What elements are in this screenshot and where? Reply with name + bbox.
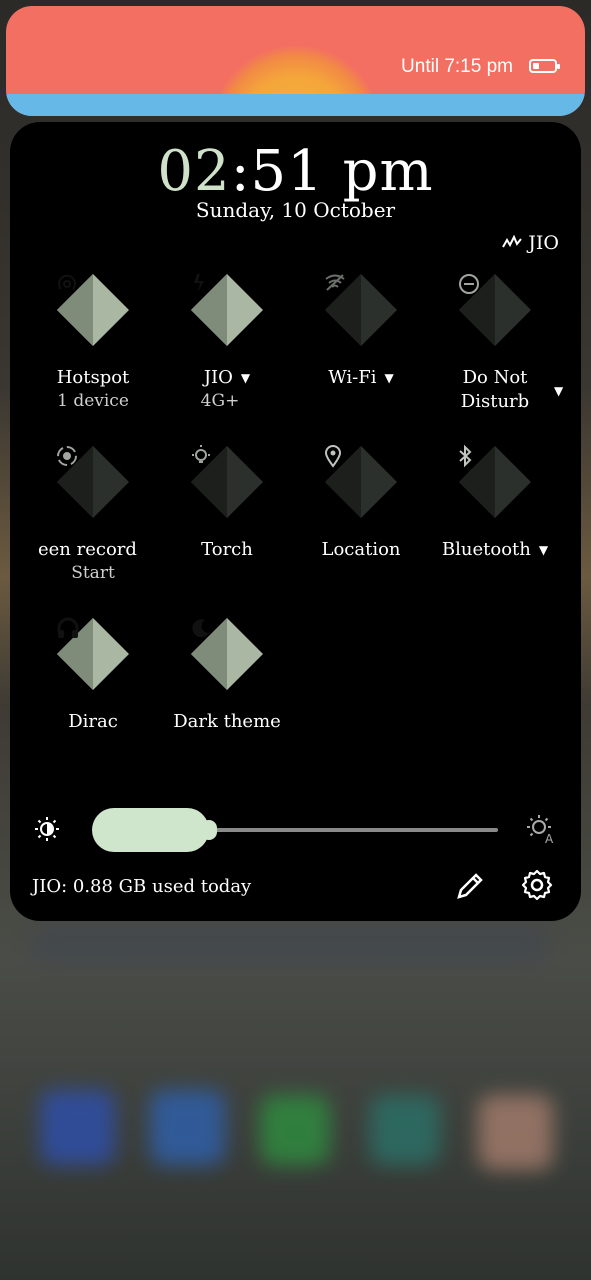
svg-text:A: A xyxy=(545,832,554,844)
do-not-disturb-icon xyxy=(457,272,533,348)
brightness-slider-track[interactable] xyxy=(212,828,498,832)
date-text[interactable]: Sunday, 10 October xyxy=(10,198,581,222)
tile-dirac[interactable]: Dirac xyxy=(26,616,160,734)
tile-sublabel: 1 device xyxy=(57,391,129,411)
tile-sublabel: Start xyxy=(71,563,115,583)
app-icon-phone-blurred xyxy=(40,1090,115,1165)
tile-label: Location xyxy=(321,539,401,560)
tile-label: Dark theme xyxy=(173,711,281,732)
tile-torch[interactable]: Torch xyxy=(160,444,294,562)
app-icon-chrome-blurred xyxy=(478,1095,553,1170)
signal-icon xyxy=(502,234,523,253)
tile-sublabel: 4G+ xyxy=(200,391,240,411)
app-icon-whatsapp-blurred xyxy=(260,1095,330,1165)
tile-label: JIO xyxy=(203,367,233,388)
app-icon-blurred xyxy=(370,1095,440,1165)
chevron-down-icon[interactable]: ▼ xyxy=(554,384,563,398)
tile-label: Torch xyxy=(201,539,253,560)
banner-strip xyxy=(6,94,585,116)
flashlight-icon xyxy=(189,444,265,520)
edit-pencil-icon[interactable] xyxy=(454,870,490,906)
tile-label: Wi-Fi xyxy=(328,367,377,388)
carrier-name: JIO xyxy=(528,232,559,254)
tile-label: Bluetooth xyxy=(441,539,531,560)
status-banner[interactable]: Until 7:15 pm xyxy=(6,6,585,116)
battery-saver-text: Until 7:15 pm xyxy=(401,56,513,77)
tile-wifi[interactable]: Wi-Fi ▼ xyxy=(294,272,428,390)
screen-record-icon xyxy=(55,444,131,520)
quick-settings-panel: 02:51 pm Sunday, 10 October JIO Hotspot … xyxy=(10,122,581,921)
tile-bluetooth[interactable]: Bluetooth ▼ xyxy=(428,444,562,562)
tile-mobile-data[interactable]: JIO ▼ 4G+ xyxy=(160,272,294,412)
tile-screen-record[interactable]: een record Start xyxy=(26,444,160,584)
chevron-down-icon[interactable]: ▼ xyxy=(241,366,250,390)
dark-theme-icon xyxy=(189,616,265,692)
tile-location[interactable]: Location xyxy=(294,444,428,562)
brightness-slider-fill[interactable] xyxy=(92,808,209,852)
tile-label: Do Not Disturb xyxy=(460,367,530,412)
widget-row-blurred xyxy=(30,925,550,965)
tile-label: een record xyxy=(38,539,137,560)
clock[interactable]: 02:51 pm xyxy=(10,140,581,204)
gear-icon[interactable] xyxy=(520,868,560,908)
tile-label: Dirac xyxy=(68,711,118,732)
tile-hotspot[interactable]: Hotspot 1 device xyxy=(26,272,160,412)
chevron-down-icon[interactable]: ▼ xyxy=(385,366,394,390)
clock-hours: 02 xyxy=(157,139,231,204)
tile-label: Hotspot xyxy=(56,367,130,388)
hotspot-icon xyxy=(55,272,131,348)
wifi-off-icon xyxy=(323,272,399,348)
chevron-down-icon[interactable]: ▼ xyxy=(539,538,548,562)
brightness-slider-handle[interactable] xyxy=(201,820,217,840)
clock-minutes: :51 pm xyxy=(230,139,434,204)
mobile-data-icon xyxy=(189,272,265,348)
bluetooth-icon xyxy=(457,444,533,520)
battery-low-icon xyxy=(529,59,560,73)
tile-dark-theme[interactable]: Dark theme xyxy=(160,616,294,734)
headphones-icon xyxy=(55,616,131,692)
brightness-auto-icon[interactable]: A xyxy=(526,814,556,850)
tile-do-not-disturb[interactable]: Do Not Disturb ▼ xyxy=(428,272,563,414)
brightness-low-icon xyxy=(34,816,60,848)
data-usage-text[interactable]: JIO: 0.88 GB used today xyxy=(32,876,251,897)
carrier-indicator: JIO xyxy=(502,232,559,254)
location-icon xyxy=(323,444,399,520)
app-icon-messages-blurred xyxy=(150,1090,225,1165)
